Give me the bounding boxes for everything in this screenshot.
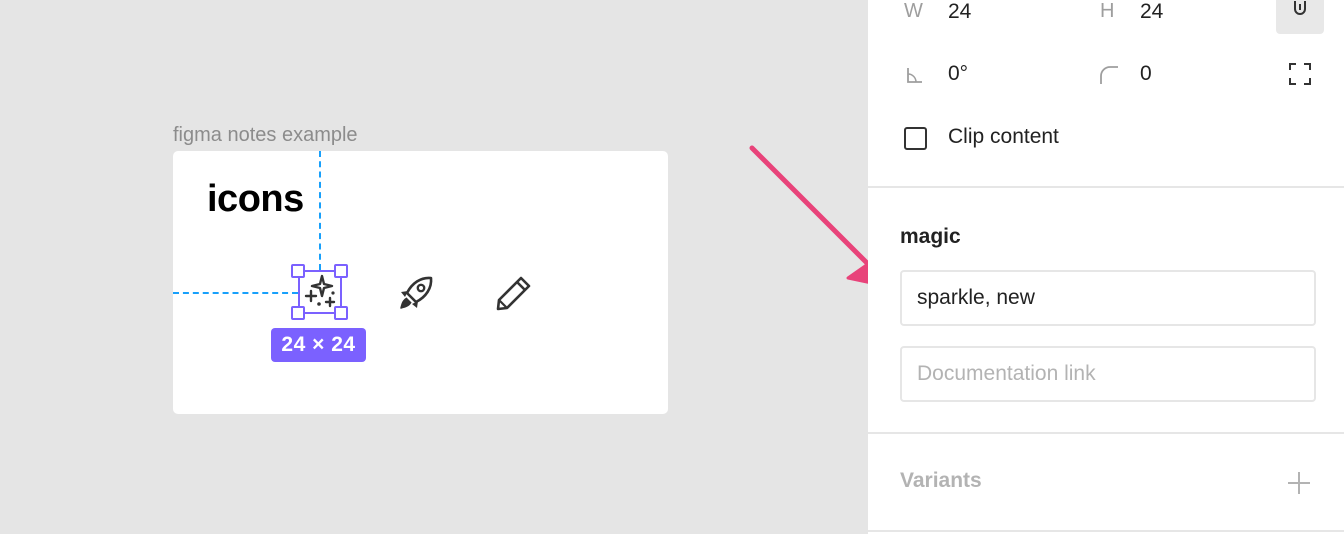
independent-corners-icon[interactable] [1288,62,1312,91]
vertical-measure-guide [319,151,321,270]
width-input[interactable]: 24 [948,0,971,24]
section-divider [868,530,1344,532]
corner-radius-input[interactable]: 0 [1140,62,1152,86]
rotation-icon [904,64,926,91]
add-variant-button[interactable] [1286,470,1312,501]
constrain-proportions-button[interactable] [1276,0,1324,34]
rotation-input[interactable]: 0° [948,62,968,86]
resize-handle-top-left[interactable] [291,264,305,278]
selection-size-badge: 24 × 24 [271,328,366,362]
height-label: H [1100,0,1115,22]
width-label: W [904,0,923,22]
documentation-link-input[interactable] [900,346,1316,402]
description-input[interactable] [900,270,1316,326]
frame-label[interactable]: figma notes example [173,124,358,147]
pencil-icon[interactable] [495,274,533,317]
frame-title-text[interactable]: icons [207,178,304,221]
component-name: magic [900,225,961,248]
rocket-icon[interactable] [397,274,435,317]
resize-handle-top-right[interactable] [334,264,348,278]
constrain-proportions-icon [1294,1,1306,15]
resize-handle-bottom-left[interactable] [291,306,305,320]
resize-handle-bottom-right[interactable] [334,306,348,320]
properties-panel: W 24 H 24 0° 0 Clip content magic Varian… [868,0,1344,534]
clip-content-checkbox[interactable] [904,127,927,150]
variants-label: Variants [900,469,982,492]
height-input[interactable]: 24 [1140,0,1163,24]
canvas[interactable]: figma notes example icons 24 × 24 [0,0,888,534]
plus-icon [1288,472,1310,494]
corner-radius-icon [1098,64,1120,91]
horizontal-measure-guide [173,292,298,294]
section-divider [868,432,1344,434]
clip-content-label[interactable]: Clip content [948,125,1059,149]
section-divider [868,186,1344,188]
